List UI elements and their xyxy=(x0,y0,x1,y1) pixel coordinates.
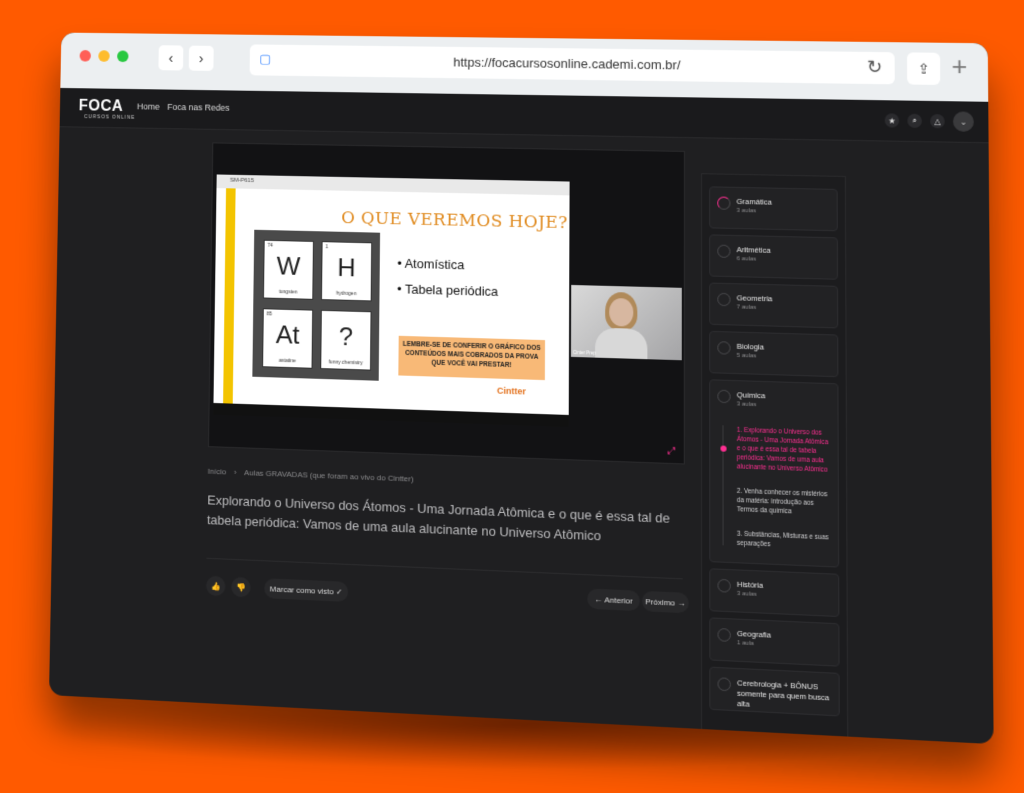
module-card[interactable]: Cerebrologia + BÔNUS somente para quem b… xyxy=(709,667,839,717)
progress-icon xyxy=(717,341,730,355)
slide-bullets: • Atomística • Tabela periódica xyxy=(397,251,498,305)
divider xyxy=(206,558,682,580)
slide-bullet: • Atomística xyxy=(397,251,498,279)
module-title: Geometria xyxy=(737,293,773,303)
progress-icon xyxy=(717,390,730,404)
periodic-elements-box: 74 Wtungsten 1 Hhydrogen 85 At astatine ? fun… xyxy=(252,230,380,381)
lesson-item[interactable]: 3. Substâncias, Misturas e suas separaçõ… xyxy=(737,530,834,552)
slide-bullet: • Tabela periódica xyxy=(397,276,498,304)
module-lessons-count: 7 aulas xyxy=(737,304,757,311)
element-tile: ? funny chemistry xyxy=(320,310,371,371)
module-title: Aritmética xyxy=(737,245,771,255)
module-card[interactable]: Geometria 7 aulas xyxy=(709,283,838,329)
dislike-button[interactable]: 👎 xyxy=(231,577,251,598)
element-tile: 74 Wtungsten xyxy=(263,240,314,300)
slide-accent-bar xyxy=(223,188,236,403)
mark-as-seen-button[interactable]: Marcar como visto ✓ xyxy=(264,578,348,602)
new-tab-button[interactable]: + xyxy=(951,51,967,82)
slide-title: O QUE VEREMOS HOJE? xyxy=(341,208,568,233)
search-icon[interactable]: ⌕ xyxy=(907,114,922,128)
progress-icon xyxy=(717,196,730,209)
module-title: História xyxy=(737,580,763,590)
breadcrumb-home[interactable]: Início xyxy=(208,467,227,477)
chevron-right-icon: › xyxy=(199,50,204,66)
address-bar[interactable]: ▢ https://focacursosonline.cademi.com.br… xyxy=(250,44,895,84)
lesson-title: Explorando o Universo dos Átomos - Uma J… xyxy=(207,490,673,549)
module-lessons-count: 3 aulas xyxy=(737,401,757,408)
webcam-name: Cinter Prep xyxy=(573,350,596,356)
avatar[interactable]: ⌄ xyxy=(953,111,974,132)
current-lesson-dot xyxy=(720,445,726,451)
back-button[interactable]: ‹ xyxy=(158,45,183,70)
next-button[interactable]: Próximo → xyxy=(642,591,689,614)
browser-window: ‹ › ▢ https://focacursosonline.cademi.co… xyxy=(49,33,994,745)
progress-icon xyxy=(718,677,731,691)
progress-icon xyxy=(717,245,730,258)
module-title: Química xyxy=(737,390,766,400)
nav-home[interactable]: Home xyxy=(137,102,160,112)
progress-icon xyxy=(717,628,730,642)
url-text: https://focacursosonline.cademi.com.br/ xyxy=(250,52,895,75)
breadcrumb: Início › Aulas GRAVADAS (que foram ao vi… xyxy=(208,467,414,484)
trophy-icon[interactable]: ★ xyxy=(885,113,900,127)
minimize-window-button[interactable] xyxy=(98,50,109,62)
lesson-timeline xyxy=(722,425,723,545)
breadcrumb-separator: › xyxy=(234,468,237,477)
module-card[interactable]: Geografia 1 aula xyxy=(709,617,839,666)
breadcrumb-section[interactable]: Aulas GRAVADAS (que foram ao vivo do Cin… xyxy=(244,468,414,483)
lesson-item-current[interactable]: 1. Explorando o Universo dos Átomos - Um… xyxy=(737,426,834,475)
reload-icon[interactable]: ↻ xyxy=(867,57,883,78)
header-tools: ★ ⌕ △ ⌄ xyxy=(885,110,974,132)
module-title: Gramática xyxy=(737,197,772,207)
slide: O QUE VEREMOS HOJE? 74 Wtungsten 1 Hhydrog… xyxy=(213,188,569,415)
expand-icon[interactable]: ⤢ xyxy=(668,446,676,457)
module-title: Cerebrologia + BÔNUS somente para quem b… xyxy=(737,678,832,714)
share-button[interactable]: ⇪ xyxy=(907,52,940,85)
slide-brand: Cintter xyxy=(497,386,526,397)
video-player[interactable]: SM-P615 O QUE VEREMOS HOJE? 74 Wtungsten … xyxy=(208,142,685,464)
lesson-item[interactable]: 2. Venha conhecer os mistérios da matéri… xyxy=(737,487,834,518)
module-title: Geografia xyxy=(737,629,771,640)
element-tile: 85 At astatine xyxy=(262,308,313,369)
forward-button[interactable]: › xyxy=(189,46,214,71)
module-lessons-count: 6 aulas xyxy=(737,256,757,263)
module-card[interactable]: Gramática 3 aulas xyxy=(709,186,838,231)
maximize-window-button[interactable] xyxy=(117,50,128,62)
like-button[interactable]: 👍 xyxy=(206,576,226,597)
module-lessons-count: 3 aulas xyxy=(737,208,757,214)
module-card[interactable]: História 3 aulas xyxy=(709,568,839,617)
slide-note: LEMBRE-SE DE CONFERIR O GRÁFICO DOS CONT… xyxy=(398,336,545,380)
module-lessons-count: 5 aulas xyxy=(737,353,757,360)
nav-foca-nas-redes[interactable]: Foca nas Redes xyxy=(167,102,229,113)
module-title: Biologia xyxy=(737,342,764,352)
progress-icon xyxy=(717,579,730,593)
element-tile: 1 Hhydrogen xyxy=(321,241,372,301)
module-card-expanded[interactable]: Química 3 aulas 1. Explorando o Universo… xyxy=(709,379,839,567)
shared-screen: SM-P615 O QUE VEREMOS HOJE? 74 Wtungsten … xyxy=(213,174,569,427)
chevron-left-icon: ‹ xyxy=(168,50,173,66)
module-lessons-count: 1 aula xyxy=(737,640,754,647)
site-logo-subtitle: CURSOS ONLINE xyxy=(84,114,135,121)
share-icon: ⇪ xyxy=(917,60,929,77)
modules-sidebar: Gramática 3 aulas Aritmética 6 aulas Geo… xyxy=(701,173,848,744)
module-card[interactable]: Biologia 5 aulas xyxy=(709,331,838,377)
webcam-feed: Cinter Prep xyxy=(571,285,682,360)
close-window-button[interactable] xyxy=(80,50,91,62)
site-logo[interactable]: FOCA xyxy=(79,98,124,116)
progress-icon xyxy=(717,293,730,306)
previous-button[interactable]: ← Anterior xyxy=(587,588,640,611)
module-card[interactable]: Aritmética 6 aulas xyxy=(709,234,838,279)
notification-icon[interactable]: △ xyxy=(930,114,945,128)
module-lessons-count: 3 aulas xyxy=(737,591,757,598)
